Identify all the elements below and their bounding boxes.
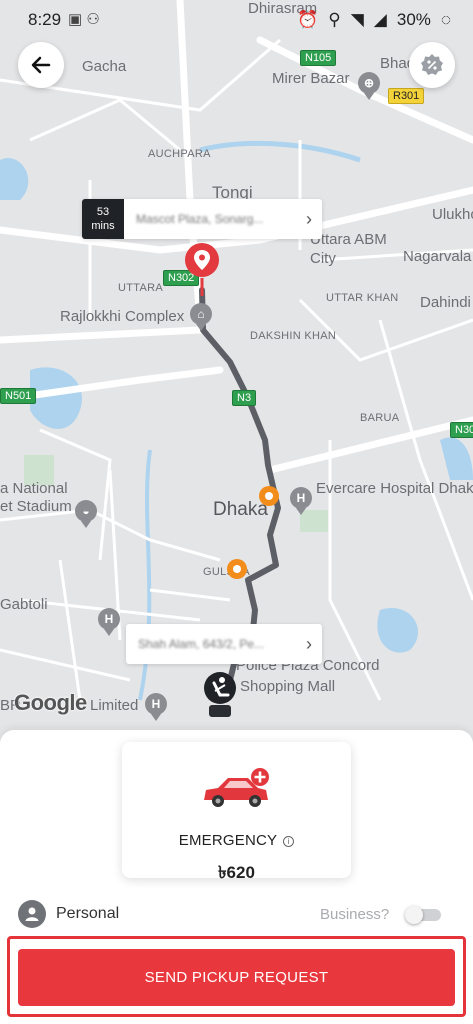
send-pickup-request-button[interactable]: SEND PICKUP REQUEST bbox=[18, 949, 455, 1006]
stop-marker-icon bbox=[259, 486, 279, 506]
map-label-barua: BARUA bbox=[360, 412, 400, 424]
alarm-icon: ⏰ bbox=[297, 10, 319, 29]
map-label-uttara: UTTARA bbox=[118, 282, 163, 294]
hospital-poi-icon: H bbox=[290, 487, 312, 515]
wifi-icon: ◥ bbox=[350, 10, 364, 29]
stop-marker-icon bbox=[227, 559, 247, 579]
info-icon[interactable]: i bbox=[283, 836, 295, 847]
location-icon: ⚲ bbox=[328, 10, 341, 29]
hospital-poi-icon: H bbox=[145, 693, 167, 721]
map-label-shopping-mall: Shopping Mall bbox=[240, 678, 336, 695]
service-name: EMERGENCY bbox=[178, 832, 278, 849]
pickup-address: Mascot Plaza, Sonarg... bbox=[136, 212, 264, 226]
back-button[interactable] bbox=[18, 42, 64, 88]
map-label-uttara-abm: Uttara ABM City bbox=[310, 231, 387, 267]
google-attribution: Google bbox=[14, 690, 87, 715]
eta-unit: mins bbox=[91, 220, 115, 232]
signal-icon: ◢ bbox=[373, 10, 387, 29]
service-price: ৳620 bbox=[218, 863, 255, 882]
business-label: Business? bbox=[320, 906, 390, 923]
eta-badge: 53 mins bbox=[82, 199, 124, 239]
map-label-gabtoli: Gabtoli bbox=[0, 596, 48, 613]
road-shield-n105: N105 bbox=[300, 50, 337, 66]
road-shield-n501: N501 bbox=[0, 388, 37, 404]
drop-address-card[interactable]: Shah Alam, 643/2, Pe... › bbox=[126, 624, 322, 664]
profile-selector[interactable]: Personal bbox=[18, 900, 119, 928]
promo-button[interactable] bbox=[409, 42, 455, 88]
ride-booking-screen: Dhirasram Gacha Mirer Bazar Bhad AUCHPAR… bbox=[0, 0, 473, 1024]
status-icons: ⏰ ⚲ ◥ ◢ 30% ◌ bbox=[297, 10, 451, 30]
shopping-cart-poi-icon: ⊕ bbox=[358, 72, 380, 100]
status-time: 8:29 bbox=[28, 10, 62, 29]
map-label-limited: Limited bbox=[90, 697, 139, 714]
map-pin-icon[interactable] bbox=[184, 242, 220, 298]
eta-value: 53 bbox=[96, 206, 110, 218]
drop-address: Shah Alam, 643/2, Pe... bbox=[138, 637, 265, 651]
map-label-national-2: et Stadium bbox=[0, 498, 72, 515]
map-label-ulukho: Ulukho bbox=[432, 206, 473, 223]
road-shield-n30: N30 bbox=[450, 422, 473, 438]
map-label-gacha: Gacha bbox=[82, 58, 127, 75]
map-label-rajlokkhi: Rajlokkhi Complex bbox=[60, 308, 185, 325]
map-label-auchpara: AUCHPARA bbox=[148, 148, 211, 160]
seat-belt-icon[interactable] bbox=[203, 671, 237, 721]
profile-label: Personal bbox=[56, 905, 120, 922]
service-name-row: EMERGENCY i bbox=[122, 832, 351, 849]
business-toggle[interactable] bbox=[405, 906, 441, 924]
shopping-poi-icon: ⌂ bbox=[190, 303, 212, 331]
stadium-poi-icon: ◒ bbox=[75, 500, 97, 528]
map-label-nagarvala: Nagarvala bbox=[403, 248, 472, 265]
person-icon bbox=[18, 900, 46, 928]
booking-sheet: EMERGENCY i ৳620 Personal Business? SEND … bbox=[0, 730, 473, 1024]
battery-percent: 30% bbox=[396, 10, 431, 29]
status-bar: 8:29 ▣ ⚇ ⏰ ⚲ ◥ ◢ 30% ◌ bbox=[0, 0, 473, 40]
map-view[interactable]: Dhirasram Gacha Mirer Bazar Bhad AUCHPAR… bbox=[0, 0, 473, 740]
ambulance-car-icon bbox=[204, 768, 269, 807]
battery-icon: ◌ bbox=[440, 10, 451, 29]
map-label-dahindi: Dahindi bbox=[420, 294, 471, 311]
arrow-left-icon bbox=[31, 56, 51, 74]
map-label-evercare: Evercare Hospital Dhaka bbox=[316, 480, 473, 497]
toggle-knob bbox=[405, 906, 423, 924]
road-shield-n3: N3 bbox=[232, 390, 257, 406]
map-label-dakshin-khan: DAKSHIN KHAN bbox=[250, 330, 337, 342]
service-option-card[interactable]: EMERGENCY i ৳620 bbox=[122, 742, 351, 882]
map-label-mirer-bazar: Mirer Bazar bbox=[272, 70, 350, 87]
status-notification-icons: ▣ ⚇ bbox=[68, 11, 100, 28]
hospital-poi-icon: H bbox=[98, 608, 120, 636]
pickup-address-card[interactable]: 53 mins Mascot Plaza, Sonarg... › bbox=[82, 199, 322, 239]
road-shield-r301: R301 bbox=[388, 88, 425, 104]
map-label-national-1: a National bbox=[0, 480, 68, 497]
chevron-right-icon: › bbox=[306, 208, 312, 229]
map-label-uttar-khan: UTTAR KHAN bbox=[326, 292, 399, 304]
chevron-right-icon: › bbox=[306, 633, 312, 654]
percent-badge-icon bbox=[421, 54, 443, 75]
